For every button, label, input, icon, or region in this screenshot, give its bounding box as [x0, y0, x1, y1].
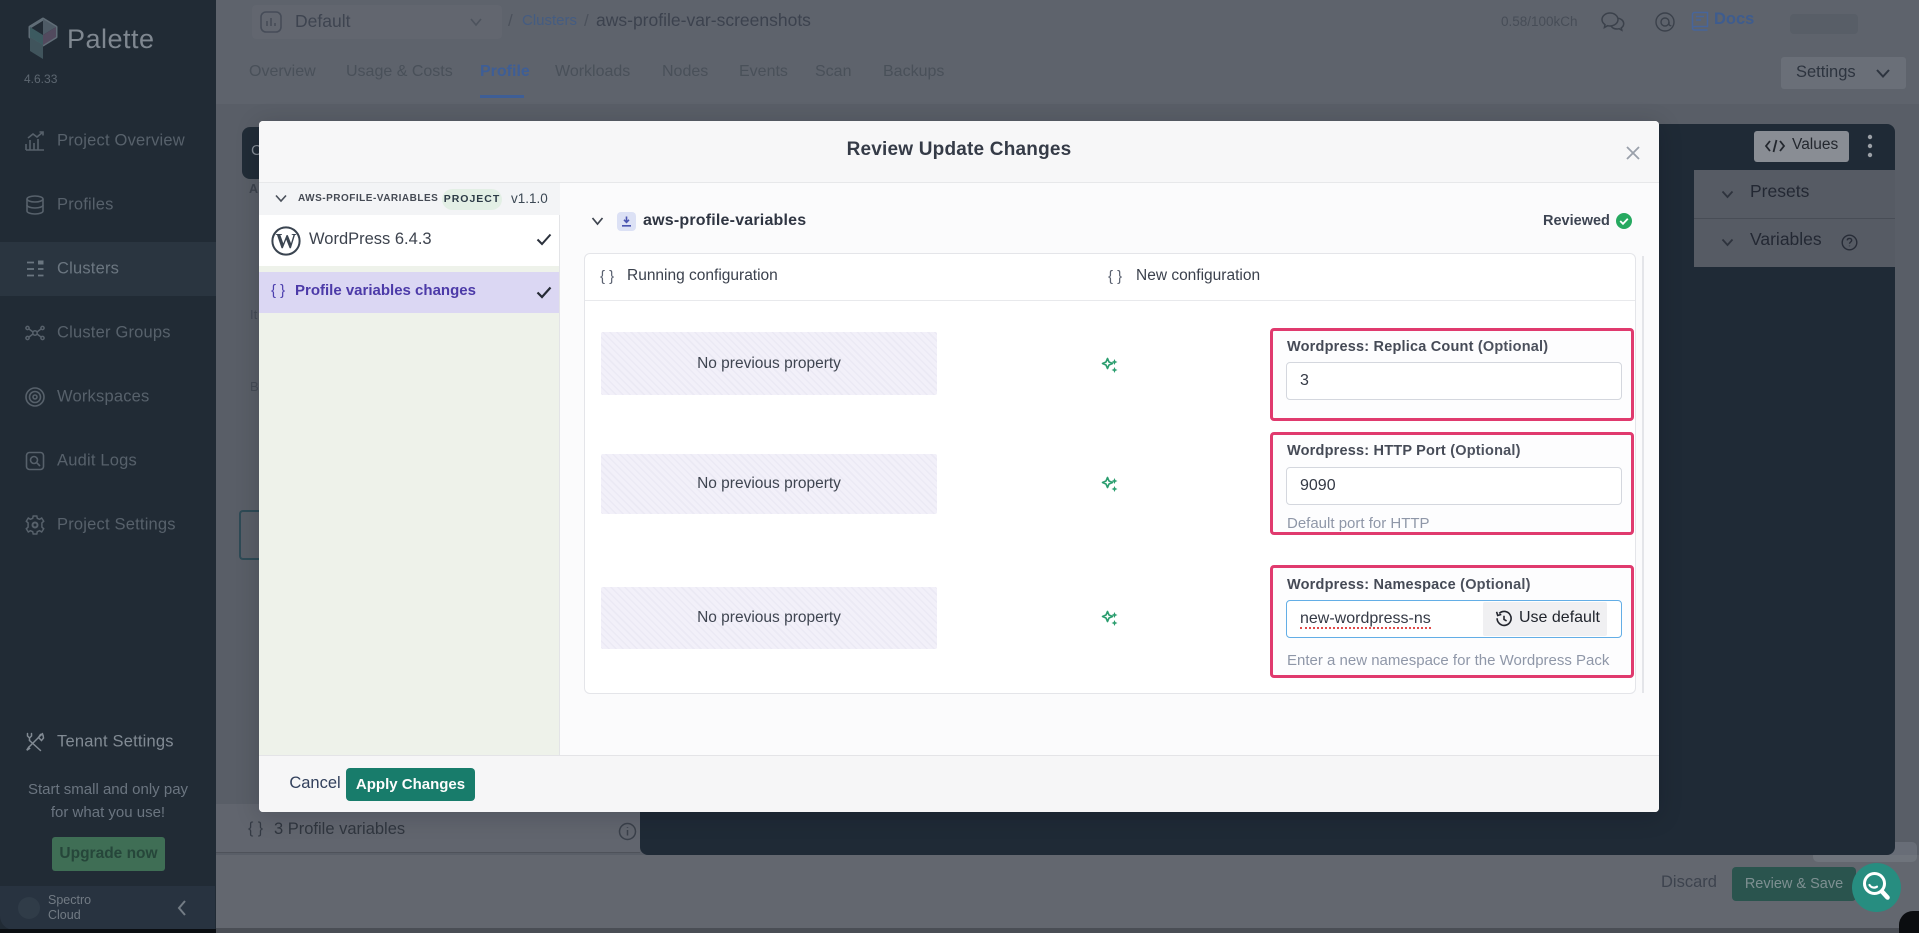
svg-text:W: W	[276, 229, 297, 253]
